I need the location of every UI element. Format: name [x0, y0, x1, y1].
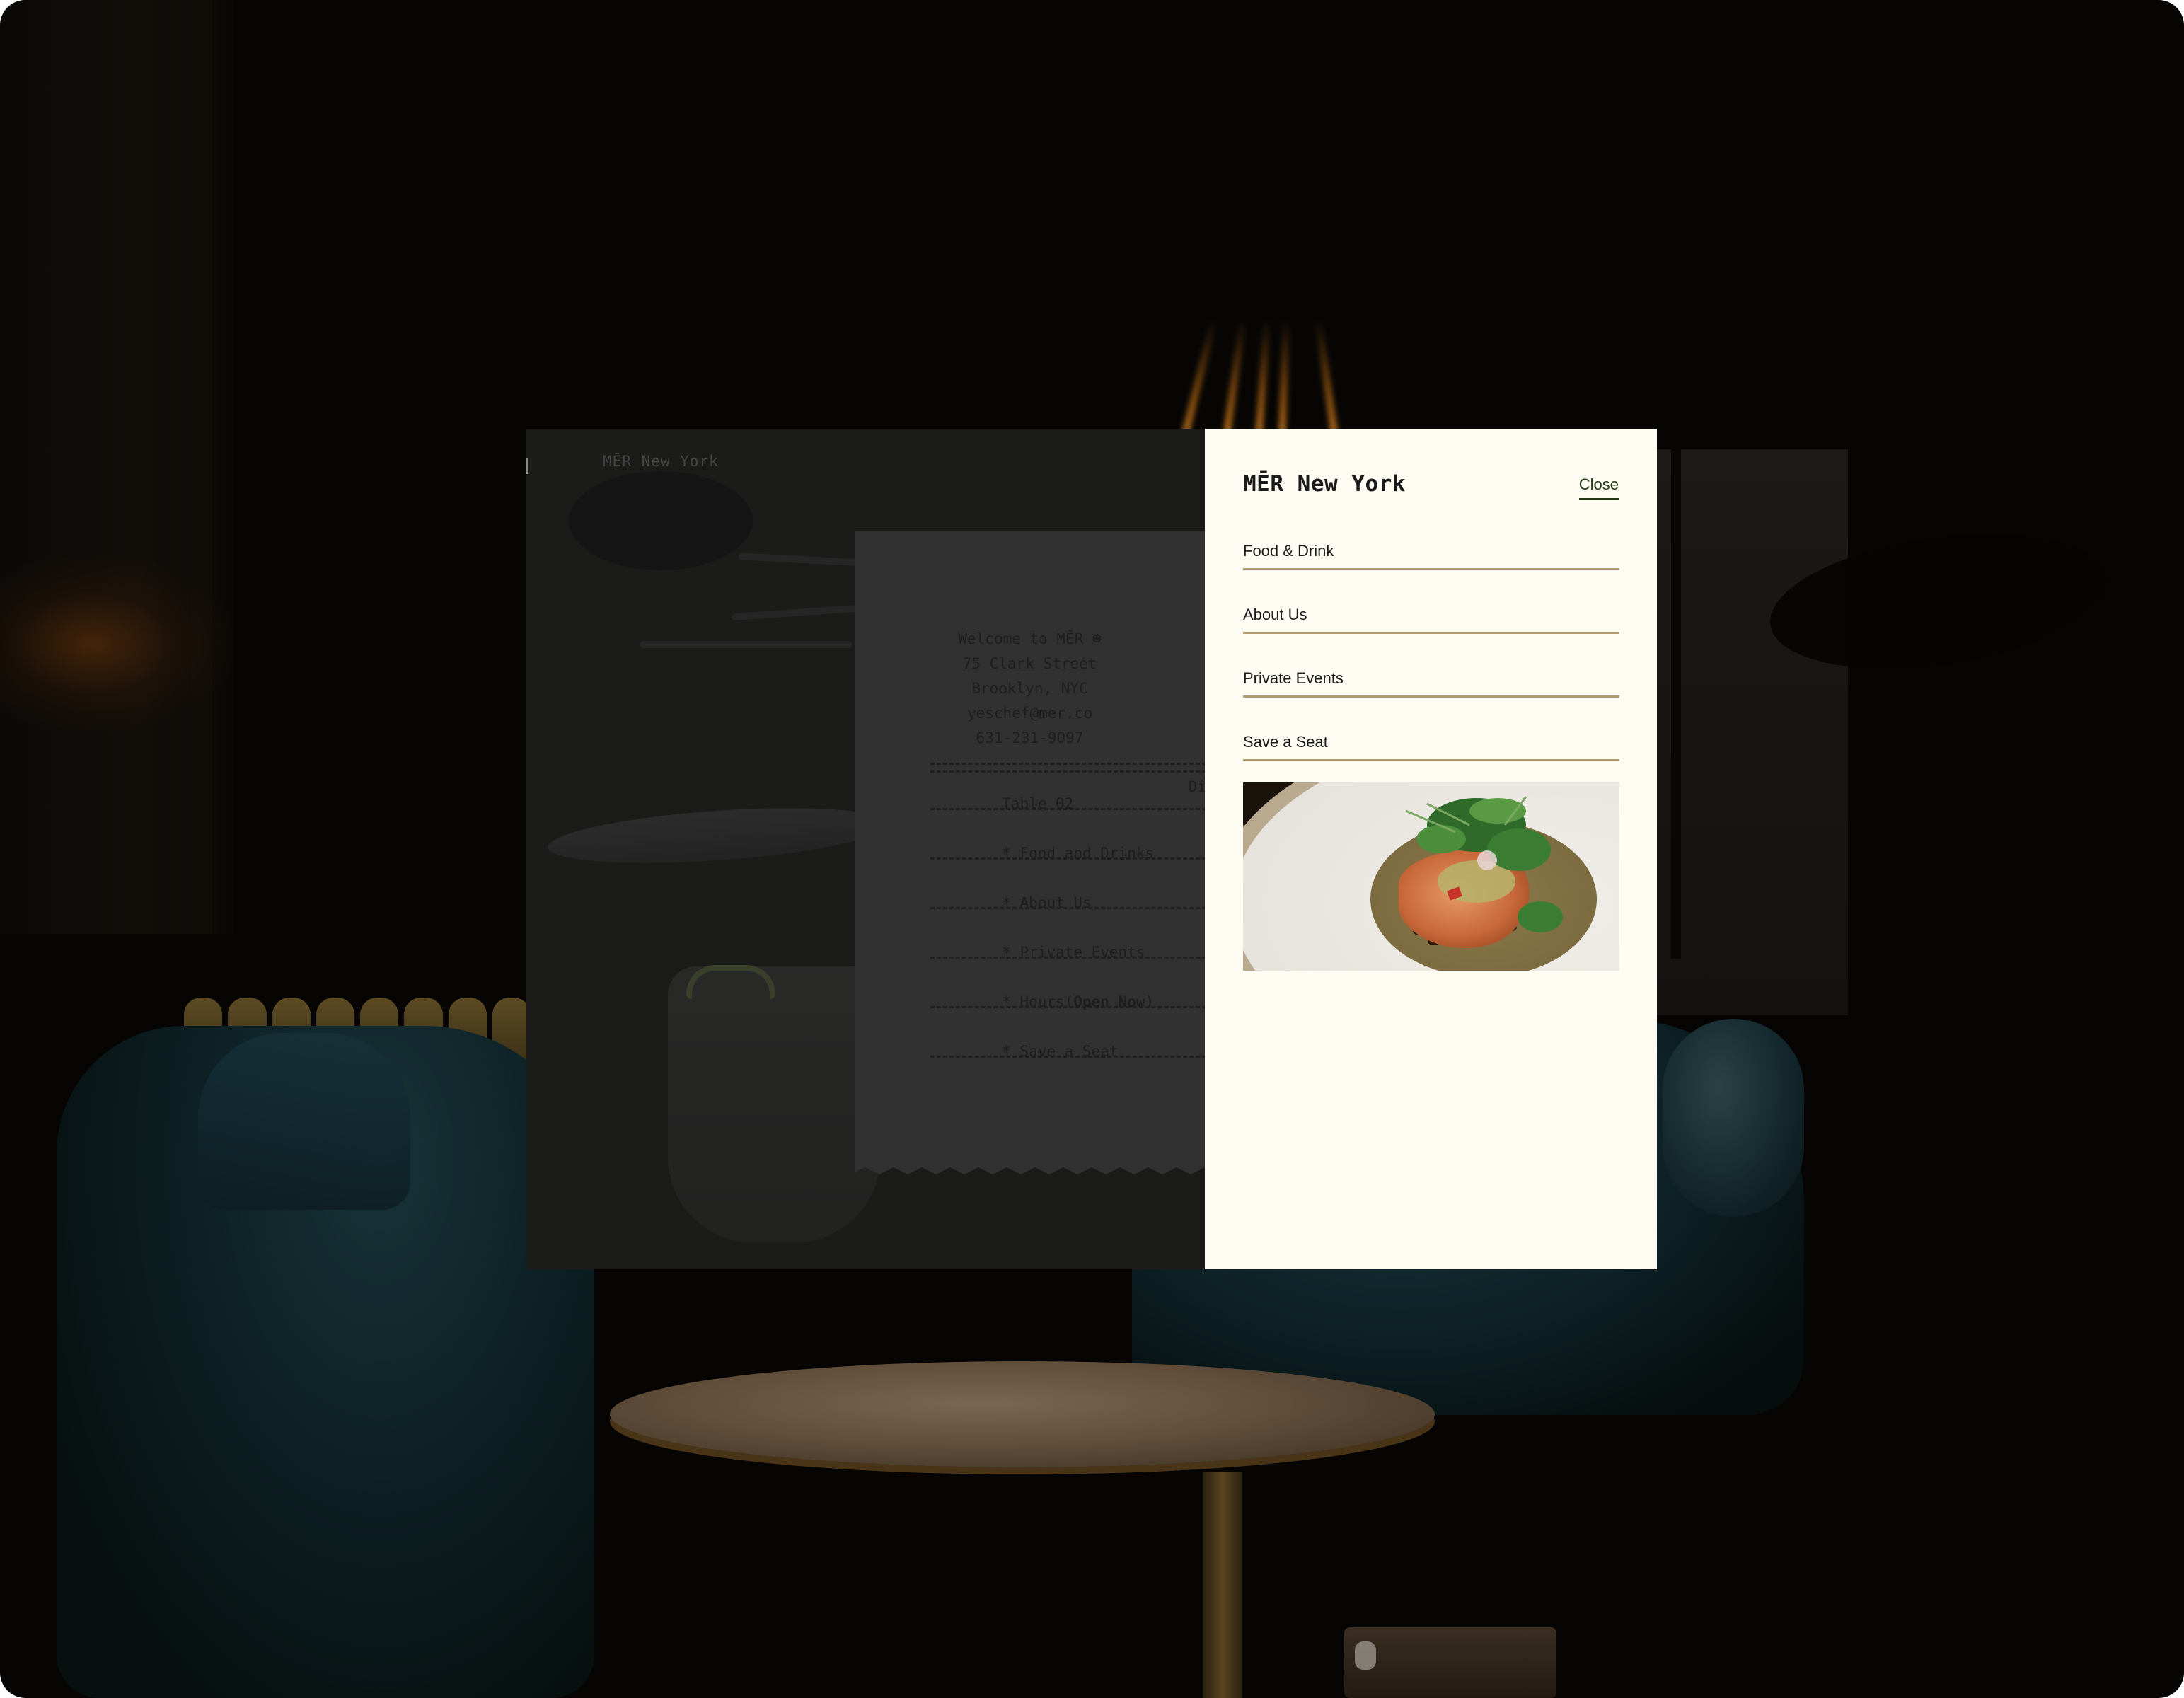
preview-edge-mark — [526, 458, 528, 474]
preview-brand: MĒR New York — [603, 453, 719, 470]
dish-photo — [1243, 782, 1619, 971]
receipt-torn-edge — [855, 1166, 1205, 1174]
receipt-item[interactable]: * Save a Seat — [930, 1026, 1205, 1077]
receipt-dash-separator — [930, 857, 1205, 860]
receipt-item[interactable]: * About Us — [930, 877, 1205, 928]
background-armchair-right-arm — [1663, 1019, 1804, 1217]
preview-photo-streak — [731, 604, 860, 621]
background-cabinet — [1657, 449, 1848, 1015]
receipt-phone[interactable]: 631-231-9097 — [855, 726, 1205, 751]
nav-item-save-a-seat[interactable]: Save a Seat — [1243, 698, 1619, 761]
receipt-dash-separator — [930, 808, 1205, 810]
receipt-dash-separator — [930, 1006, 1205, 1008]
background-lamp — [1167, 297, 1351, 439]
background-frame — [191, 0, 212, 934]
background-glow — [0, 552, 241, 736]
receipt-card: Welcome to MĒR ☻ 75 Clark Street Brookly… — [855, 531, 1205, 1174]
receipt-dash-separator — [930, 1056, 1205, 1058]
receipt-double-separator — [930, 763, 1205, 773]
nav-item-food-drink[interactable]: Food & Drink — [1243, 507, 1619, 570]
dish-illustration — [1243, 782, 1619, 971]
preview-photo-lime — [686, 965, 775, 999]
menu-panel: MĒR New York Close Food & Drink About Us… — [1205, 429, 1657, 1269]
nav-item-about-us[interactable]: About Us — [1243, 570, 1619, 634]
background-power-strip — [1344, 1627, 1556, 1698]
menu-nav: Food & Drink About Us Private Events Sav… — [1243, 507, 1619, 761]
site-preview-dimmed[interactable]: MĒR New York Welcome to MĒR ☻ 75 Clark S… — [526, 429, 1205, 1269]
preview-photo-plate — [546, 799, 889, 872]
background-table-top — [610, 1361, 1435, 1467]
menu-modal: MĒR New York Welcome to MĒR ☻ 75 Clark S… — [526, 429, 1657, 1269]
receipt-dash-separator — [930, 907, 1205, 909]
receipt-email[interactable]: yeschef@mer.co — [855, 701, 1205, 726]
receipt-item[interactable]: * Hours(Open Now) — [930, 976, 1205, 1027]
receipt-city: Brooklyn, NYC — [971, 680, 1088, 697]
background-cabinet-line — [1671, 449, 1681, 959]
preview-photo-streak — [738, 553, 867, 567]
receipt-item[interactable]: * Food and Drinks — [930, 828, 1205, 879]
close-button[interactable]: Close — [1578, 475, 1619, 500]
receipt-address: 75 Clark Street — [962, 655, 1097, 672]
panel-title: MĒR New York — [1243, 471, 1406, 497]
receipt-header: Welcome to MĒR ☻ 75 Clark Street Brookly… — [855, 627, 1205, 751]
receipt-dash-separator — [930, 957, 1205, 959]
receipt-table-right-label: Di — [1188, 778, 1205, 795]
preview-photo-glass — [668, 966, 880, 1242]
receipt-item[interactable]: * Private Events — [930, 927, 1205, 978]
background-power-plug — [1355, 1641, 1376, 1670]
background-table-pole — [1203, 1472, 1242, 1698]
preview-photo-streak — [640, 641, 852, 648]
receipt-welcome: Welcome to MĒR ☻ — [958, 630, 1102, 647]
preview-photo-shape — [569, 471, 753, 570]
nav-item-private-events[interactable]: Private Events — [1243, 634, 1619, 698]
background-armchair-left-back — [198, 1033, 410, 1210]
